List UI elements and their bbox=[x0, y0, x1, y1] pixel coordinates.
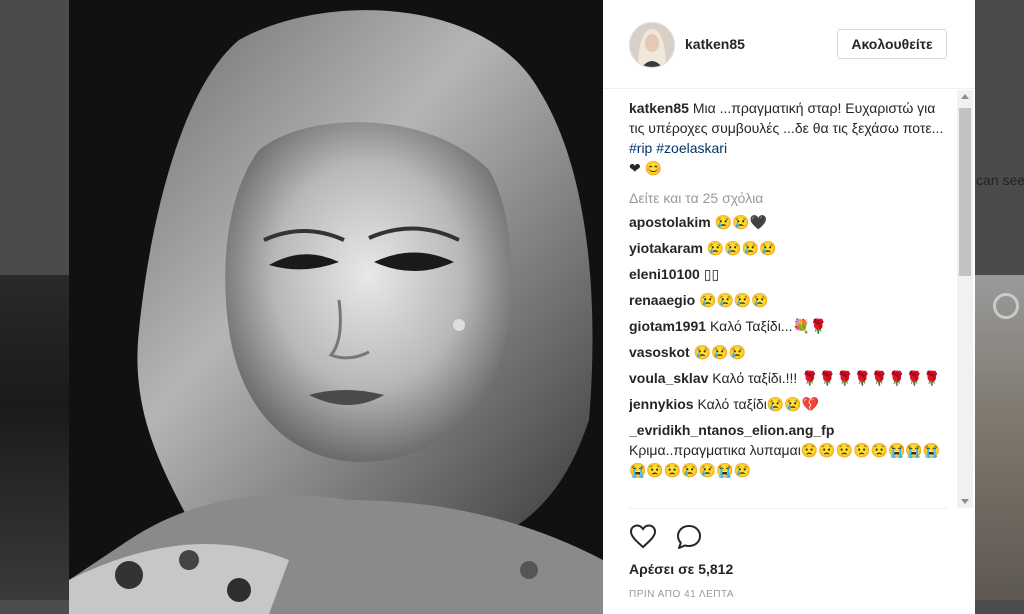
post-timestamp: ΠΡΙΝ ΑΠΟ 41 ΛΕΠΤΑ bbox=[629, 589, 735, 600]
likes-count[interactable]: Αρέσει σε 5,812 bbox=[629, 561, 733, 577]
scrollbar-thumb[interactable] bbox=[959, 108, 971, 276]
comment-text: ▯▯ bbox=[703, 266, 720, 282]
arrow-down-icon[interactable] bbox=[961, 499, 969, 504]
comment-username[interactable]: yiotakaram bbox=[629, 240, 703, 256]
comment-text: 😢😢😢😢 bbox=[706, 240, 777, 256]
comment-item: vasoskot 😢😢😢 bbox=[629, 342, 947, 362]
comment-text: Κριμα..πραγματικα λυπαμαι😟😟😟😟😟😭😭😭😭😟😟😢😢😭😢 bbox=[629, 442, 941, 478]
view-all-comments-link[interactable]: Δείτε και τα 25 σχόλια bbox=[629, 190, 947, 206]
comment-item: voula_sklav Καλό ταξίδι.!!! 🌹🌹🌹🌹🌹🌹🌹🌹 bbox=[629, 368, 947, 388]
hashtag-link[interactable]: #rip bbox=[629, 140, 652, 156]
comment-username[interactable]: vasoskot bbox=[629, 344, 690, 360]
comment-username[interactable]: eleni10100 bbox=[629, 266, 700, 282]
background-partial-text: can see bbox=[976, 172, 1024, 188]
comment-item: apostolakim 😢😢🖤 bbox=[629, 212, 947, 232]
caption-username[interactable]: katken85 bbox=[629, 100, 689, 116]
arrow-up-icon[interactable] bbox=[961, 94, 969, 99]
comments-list[interactable]: katken85 Μια ...πραγματική σταρ! Ευχαρισ… bbox=[629, 98, 947, 508]
comment-username[interactable]: _evridikh_ntanos_elion.ang_fp bbox=[629, 422, 834, 438]
post-actions: Αρέσει σε 5,812 ΠΡΙΝ ΑΠΟ 41 ΛΕΠΤΑ bbox=[629, 508, 947, 614]
hashtag-link[interactable]: #zoelaskari bbox=[656, 140, 727, 156]
caption-emojis: ❤ 😊 bbox=[629, 160, 663, 176]
comment-item: giotam1991 Καλό Ταξίδι...💐🌹 bbox=[629, 316, 947, 336]
comment-bubble-icon[interactable] bbox=[675, 523, 703, 551]
comment-username[interactable]: apostolakim bbox=[629, 214, 711, 230]
comment-text: 😢😢😢😢 bbox=[699, 292, 769, 308]
background-photo-right bbox=[975, 275, 1024, 600]
comment-text: Καλό ταξίδι😢😢💔 bbox=[697, 396, 820, 412]
heart-icon[interactable] bbox=[629, 523, 657, 551]
background-photo-left bbox=[0, 275, 70, 600]
comment-text: Καλό Ταξίδι...💐🌹 bbox=[709, 318, 828, 334]
comment-item: jennykios Καλό ταξίδι😢😢💔 bbox=[629, 394, 947, 414]
post-header: katken85 Ακολουθείτε bbox=[603, 0, 975, 89]
comment-text: Καλό ταξίδι.!!! 🌹🌹🌹🌹🌹🌹🌹🌹 bbox=[712, 370, 941, 386]
avatar[interactable] bbox=[629, 22, 675, 68]
comment-item: _evridikh_ntanos_elion.ang_fp Κριμα..πρα… bbox=[629, 420, 947, 480]
comment-username[interactable]: voula_sklav bbox=[629, 370, 708, 386]
comment-username[interactable]: jennykios bbox=[629, 396, 694, 412]
post-photo bbox=[69, 0, 603, 614]
comment-item: renaaegio 😢😢😢😢 bbox=[629, 290, 947, 310]
post-username[interactable]: katken85 bbox=[685, 36, 745, 52]
post-sidebar: katken85 Ακολουθείτε katken85 Μια ...πρα… bbox=[603, 0, 975, 614]
comment-item: eleni10100 ▯▯ bbox=[629, 264, 947, 284]
caption: katken85 Μια ...πραγματική σταρ! Ευχαρισ… bbox=[629, 98, 947, 178]
post-modal: katken85 Ακολουθείτε katken85 Μια ...πρα… bbox=[69, 0, 975, 614]
comment-username[interactable]: renaaegio bbox=[629, 292, 695, 308]
comment-text: 😢😢😢 bbox=[693, 344, 746, 360]
comments-scrollbar[interactable] bbox=[957, 90, 973, 508]
camera-ring-icon bbox=[993, 293, 1019, 319]
comment-item: yiotakaram 😢😢😢😢 bbox=[629, 238, 947, 258]
comment-text: 😢😢🖤 bbox=[714, 214, 767, 230]
following-button[interactable]: Ακολουθείτε bbox=[837, 29, 947, 59]
comment-username[interactable]: giotam1991 bbox=[629, 318, 706, 334]
